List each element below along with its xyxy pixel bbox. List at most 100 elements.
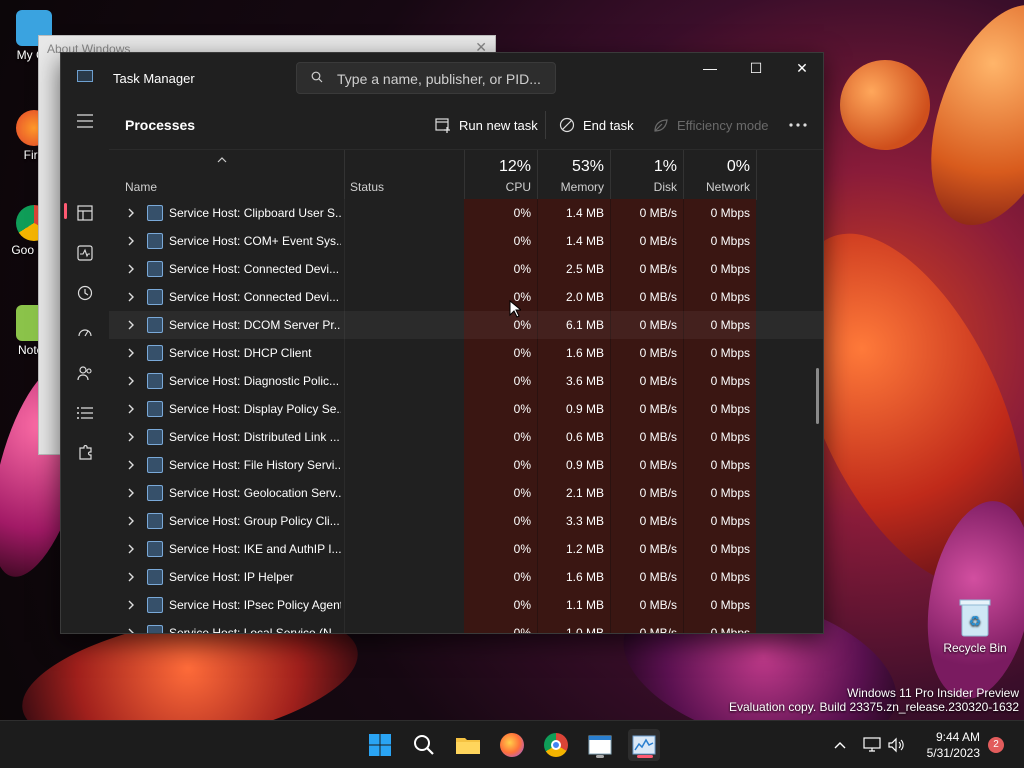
memory-value: 6.1 MB: [565, 318, 604, 332]
table-row[interactable]: Service Host: Local Service (N... 0% 1.0 M…: [109, 619, 823, 634]
end-task-icon: [559, 117, 575, 133]
firefox-button[interactable]: [496, 729, 528, 761]
efficiency-mode-button[interactable]: Efficiency mode: [653, 111, 769, 139]
scrollbar-thumb[interactable]: [816, 368, 819, 424]
table-row[interactable]: Service Host: Distributed Link ... 0% 0.6 …: [109, 423, 823, 451]
chevron-right-icon[interactable]: [127, 208, 135, 218]
table-row[interactable]: Service Host: IP Helper 0% 1.6 MB 0 MB/s 0 M…: [109, 563, 823, 591]
recycle-bin-label: Recycle Bin: [943, 641, 1007, 655]
volume-button[interactable]: [880, 729, 912, 761]
chevron-right-icon[interactable]: [127, 572, 135, 582]
table-row[interactable]: Service Host: COM+ Event Sys... 0% 1.4 MB 0…: [109, 227, 823, 255]
column-status[interactable]: Status: [344, 150, 464, 200]
chevron-right-icon[interactable]: [127, 488, 135, 498]
chevron-right-icon[interactable]: [127, 320, 135, 330]
nav-processes[interactable]: [69, 197, 101, 229]
maximize-button[interactable]: ☐: [733, 53, 779, 85]
memory-value: 3.3 MB: [565, 514, 604, 528]
network-value: 0 Mbps: [710, 430, 750, 444]
column-disk[interactable]: 1% Disk: [610, 150, 683, 200]
column-memory[interactable]: 53% Memory: [537, 150, 610, 200]
chrome-button[interactable]: [540, 729, 572, 761]
table-row[interactable]: Service Host: Group Policy Cli... 0% 3.3 M…: [109, 507, 823, 535]
chevron-right-icon[interactable]: [127, 236, 135, 246]
disk-value: 0 MB/s: [639, 374, 677, 388]
show-hidden-icons-button[interactable]: [824, 729, 856, 761]
folder-icon: [456, 738, 480, 754]
service-host-icon: [147, 541, 163, 557]
disk-value: 0 MB/s: [639, 570, 677, 584]
table-row[interactable]: Service Host: IPsec Policy Agent 0% 1.1 MB…: [109, 591, 823, 619]
chevron-right-icon[interactable]: [127, 600, 135, 610]
network-value: 0 Mbps: [710, 290, 750, 304]
column-cpu[interactable]: 12% CPU: [464, 150, 537, 200]
chevron-right-icon[interactable]: [127, 264, 135, 274]
disk-value: 0 MB/s: [639, 234, 677, 248]
process-name: Service Host: IKE and AuthIP I...: [169, 542, 341, 556]
network-value: 0 Mbps: [710, 570, 750, 584]
chrome-icon: [544, 733, 568, 757]
chevron-right-icon[interactable]: [127, 516, 135, 526]
search-input[interactable]: [337, 69, 547, 89]
memory-value: 0.6 MB: [565, 430, 604, 444]
task-manager-taskbar-button[interactable]: [628, 729, 660, 761]
chevron-right-icon[interactable]: [127, 432, 135, 442]
network-value: 0 Mbps: [710, 374, 750, 388]
chevron-right-icon[interactable]: [127, 544, 135, 554]
disk-value: 0 MB/s: [639, 458, 677, 472]
more-icon: [789, 123, 807, 127]
table-row[interactable]: Service Host: IKE and AuthIP I... 0% 1.2 M…: [109, 535, 823, 563]
search-box[interactable]: [296, 62, 556, 94]
table-row[interactable]: Service Host: Geolocation Serv... 0% 2.1 M…: [109, 479, 823, 507]
svg-text:♻: ♻: [969, 614, 982, 630]
desktop-icon-recycle-bin[interactable]: ♻ Recycle Bin: [940, 598, 1010, 655]
nav-details[interactable]: [69, 397, 101, 429]
start-button[interactable]: [364, 729, 396, 761]
cpu-value: 0%: [513, 402, 531, 416]
hamburger-menu-button[interactable]: [69, 105, 101, 137]
run-new-task-button[interactable]: Run new task: [435, 111, 538, 139]
recycle-bin-icon: ♻: [959, 599, 991, 637]
close-button[interactable]: ✕: [779, 53, 823, 85]
table-row[interactable]: Service Host: DCOM Server Pr... 0% 6.1 MB 0…: [109, 311, 823, 339]
table-row[interactable]: Service Host: Clipboard User S... 0% 1.4 M…: [109, 199, 823, 227]
end-task-button[interactable]: End task: [559, 111, 634, 139]
chevron-right-icon[interactable]: [127, 348, 135, 358]
table-row[interactable]: Service Host: Connected Devi... 0% 2.0 MB 0…: [109, 283, 823, 311]
notepad-button[interactable]: [584, 729, 616, 761]
disk-value: 0 MB/s: [639, 402, 677, 416]
process-name: Service Host: Geolocation Serv...: [169, 486, 341, 500]
chevron-right-icon[interactable]: [127, 292, 135, 302]
chevron-right-icon[interactable]: [127, 460, 135, 470]
table-row[interactable]: Service Host: Display Policy Se... 0% 0.9 …: [109, 395, 823, 423]
nav-app-history[interactable]: [69, 277, 101, 309]
table-row[interactable]: Service Host: Diagnostic Polic... 0% 3.6 M…: [109, 367, 823, 395]
column-name[interactable]: Name: [109, 150, 344, 200]
nav-startup-apps[interactable]: [69, 317, 101, 349]
cpu-value: 0%: [513, 626, 531, 634]
table-row[interactable]: Service Host: DHCP Client 0% 1.6 MB 0 MB/s 0…: [109, 339, 823, 367]
chevron-right-icon[interactable]: [127, 376, 135, 386]
nav-performance[interactable]: [69, 237, 101, 269]
chevron-right-icon[interactable]: [127, 628, 135, 634]
nav-users[interactable]: [69, 357, 101, 389]
notification-badge[interactable]: 2: [988, 737, 1004, 753]
process-list: Service Host: Clipboard User S... 0% 1.4 M…: [109, 199, 823, 634]
search-button[interactable]: [408, 729, 440, 761]
window-app-icon: [588, 735, 612, 755]
process-name: Service Host: Display Policy Se...: [169, 402, 341, 416]
disk-value: 0 MB/s: [639, 430, 677, 444]
file-explorer-button[interactable]: [452, 729, 484, 761]
minimize-button[interactable]: —: [687, 53, 733, 85]
chevron-right-icon[interactable]: [127, 404, 135, 414]
table-row[interactable]: Service Host: Connected Devi... 0% 2.5 MB 0…: [109, 255, 823, 283]
service-host-icon: [147, 625, 163, 633]
nav-services[interactable]: [69, 437, 101, 469]
clock-time: 9:44 AM: [935, 730, 980, 744]
clock[interactable]: 9:44 AM 5/31/2023: [910, 729, 980, 761]
more-options-button[interactable]: [789, 111, 815, 139]
service-host-icon: [147, 597, 163, 613]
service-host-icon: [147, 457, 163, 473]
column-network[interactable]: 0% Network: [683, 150, 756, 200]
table-row[interactable]: Service Host: File History Servi... 0% 0.9…: [109, 451, 823, 479]
